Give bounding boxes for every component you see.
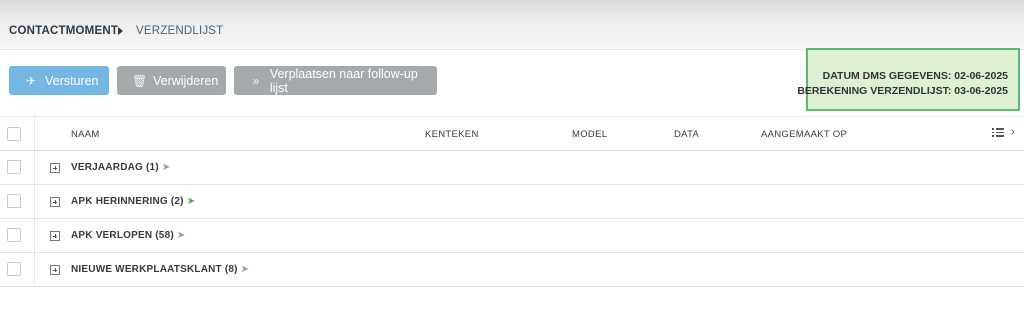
group-label: VERJAARDAG (1) ➤ xyxy=(71,162,170,173)
select-all-checkbox[interactable] xyxy=(7,127,21,141)
group-name: APK HERINNERING (2) xyxy=(71,196,184,207)
expand-icon[interactable] xyxy=(50,197,60,207)
column-divider xyxy=(34,185,35,219)
table-row[interactable]: APK HERINNERING (2) ➤ xyxy=(0,185,1024,219)
paper-plane-green-icon: ➤ xyxy=(186,196,196,207)
chevron-right-icon[interactable]: › xyxy=(1011,126,1015,138)
paper-plane-icon: ➤ xyxy=(176,230,186,241)
paper-plane-icon: ✈ xyxy=(25,73,37,88)
column-header-kenteken[interactable]: KENTEKEN xyxy=(425,129,479,140)
group-name: VERJAARDAG (1) xyxy=(71,162,159,173)
column-divider xyxy=(34,151,35,185)
row-checkbox[interactable] xyxy=(7,160,21,174)
group-label: APK HERINNERING (2) ➤ xyxy=(71,196,195,207)
dms-date: DATUM DMS GEGEVENS: 02-06-2025 xyxy=(822,70,1008,82)
column-header-aangemaakt-op[interactable]: AANGEMAAKT OP xyxy=(761,129,847,140)
column-divider xyxy=(34,253,35,287)
row-checkbox[interactable] xyxy=(7,228,21,242)
paper-plane-icon: ➤ xyxy=(240,264,250,275)
trash-icon: 🗑 xyxy=(132,73,148,88)
delete-button-label: Verwijderen xyxy=(153,73,219,88)
column-divider xyxy=(34,117,35,152)
top-bar: CONTACTMOMENT VERZENDLIJST xyxy=(0,0,1024,50)
column-header-data[interactable]: DATA xyxy=(674,129,699,140)
send-button[interactable]: ✈ Versturen xyxy=(9,66,109,95)
list-calculation-date: BEREKENING VERZENDLIJST: 03-06-2025 xyxy=(797,85,1008,97)
double-chevron-right-icon: » xyxy=(252,73,260,88)
table-row[interactable]: APK VERLOPEN (58) ➤ xyxy=(0,219,1024,253)
table-row[interactable]: NIEUWE WERKPLAATSKLANT (8) ➤ xyxy=(0,253,1024,287)
group-label: APK VERLOPEN (58) ➤ xyxy=(71,230,185,241)
send-button-label: Versturen xyxy=(45,73,99,88)
group-label: NIEUWE WERKPLAATSKLANT (8) ➤ xyxy=(71,264,249,275)
group-name: NIEUWE WERKPLAATSKLANT (8) xyxy=(71,264,238,275)
dms-info-panel: DATUM DMS GEGEVENS: 02-06-2025 BEREKENIN… xyxy=(797,48,1020,111)
column-header-model[interactable]: MODEL xyxy=(572,129,607,140)
column-divider xyxy=(34,219,35,253)
column-chooser-icon[interactable] xyxy=(992,127,1004,137)
breadcrumb-verzendlijst: VERZENDLIJST xyxy=(136,25,224,37)
expand-icon[interactable] xyxy=(50,265,60,275)
row-checkbox[interactable] xyxy=(7,194,21,208)
move-to-followup-button[interactable]: » Verplaatsen naar follow-up lijst xyxy=(234,66,437,95)
group-name: APK VERLOPEN (58) xyxy=(71,230,174,241)
column-header-naam[interactable]: NAAM xyxy=(71,129,100,140)
table-header: NAAM KENTEKEN MODEL DATA AANGEMAAKT OP › xyxy=(0,116,1024,152)
delete-button[interactable]: 🗑 Verwijderen xyxy=(117,66,226,95)
row-checkbox[interactable] xyxy=(7,262,21,276)
breadcrumb-arrow-icon xyxy=(118,27,123,35)
table-row[interactable]: VERJAARDAG (1) ➤ xyxy=(0,151,1024,185)
breadcrumb-contactmoment[interactable]: CONTACTMOMENT xyxy=(9,25,118,37)
paper-plane-icon: ➤ xyxy=(161,162,171,173)
expand-icon[interactable] xyxy=(50,231,60,241)
move-button-label: Verplaatsen naar follow-up lijst xyxy=(269,66,418,95)
expand-icon[interactable] xyxy=(50,163,60,173)
